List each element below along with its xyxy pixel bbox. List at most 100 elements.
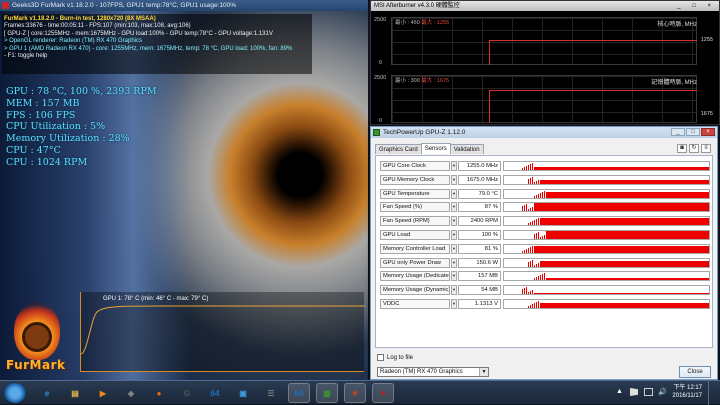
minimize-button[interactable]: _ [671, 128, 685, 136]
media-player-icon[interactable]: ▶ [92, 383, 114, 403]
sensor-spike [538, 262, 539, 267]
tab-validation[interactable]: Validation [449, 144, 484, 154]
camera-icon[interactable]: ◙ [677, 144, 687, 153]
sensor-name: GPU Load [380, 230, 450, 240]
gpuz-icon[interactable]: ▩ [316, 383, 338, 403]
menu-icon[interactable]: ≡ [701, 144, 711, 153]
tab-sensors[interactable]: Sensors [420, 143, 451, 154]
sensor-row: Memory Usage (Dedicated) ▼ 157 MB [380, 271, 710, 282]
log-to-file-checkbox[interactable] [377, 354, 384, 361]
aida64b-icon[interactable]: 64 [288, 383, 310, 403]
mobile-icon-glyph: ☰ [267, 388, 275, 398]
sensor-dropdown-icon[interactable]: ▼ [451, 257, 457, 268]
firefox-icon-glyph: ● [156, 388, 162, 398]
ie-icon[interactable]: e [36, 383, 58, 403]
furmark-window[interactable]: Geeks3D FurMark v1.18.2.0 - 107FPS, GPU1… [0, 0, 368, 380]
cpuz-icon[interactable]: ◈ [120, 383, 142, 403]
refresh-icon[interactable]: ↻ [689, 144, 699, 153]
stat-line: CPU : 1024 RPM [6, 156, 88, 168]
log-to-file-label: Log to file [387, 354, 414, 361]
furmark-icon[interactable]: ☀ [344, 383, 366, 403]
sensor-dropdown-icon[interactable]: ▼ [451, 243, 457, 254]
log-to-file-option[interactable]: Log to file [377, 354, 413, 361]
sensor-graph [503, 285, 710, 296]
msi-icon[interactable]: ✦ [372, 383, 394, 403]
chevron-down-icon[interactable]: ▼ [479, 368, 488, 376]
sensor-spike [544, 273, 545, 281]
sensor-dropdown-icon[interactable]: ▼ [451, 230, 457, 240]
afterburner-titlebar[interactable]: MSI Afterburner v4.3.0 硬體監控 _ □ × [371, 1, 719, 11]
sensor-fill [546, 191, 709, 198]
sensor-spike [522, 289, 523, 295]
sensor-spike [534, 195, 535, 198]
device-select[interactable]: Radeon (TM) RX 470 Graphics ▼ [377, 367, 489, 377]
sensor-graph [503, 216, 710, 227]
tab-graphics-card[interactable]: Graphics Card [375, 144, 422, 154]
logo-text: FurMark [6, 358, 66, 372]
close-button[interactable]: Close [679, 366, 711, 378]
sensor-spike [524, 205, 525, 212]
firefox-icon[interactable]: ● [148, 383, 170, 403]
sensor-spike [534, 303, 535, 308]
sensor-fill [540, 303, 709, 308]
sensor-row: Memory Controller Load ▼ 81 % [380, 243, 710, 255]
clock[interactable]: 下午 12:17 2016/11/17 [672, 385, 702, 400]
sensor-spike [534, 278, 535, 281]
sensor-spike [528, 306, 529, 308]
window-controls[interactable]: _ □ × [677, 1, 716, 11]
y-min-label: 0 [379, 118, 383, 124]
volume-icon[interactable]: 🔊 [658, 388, 667, 396]
afterburner-window[interactable]: MSI Afterburner v4.3.0 硬體監控 _ □ × 2500 0… [370, 0, 720, 125]
current-value: 1255 [700, 37, 713, 43]
gpu-shark-icon[interactable]: G [176, 383, 198, 403]
sensor-value: 54 MB [458, 285, 501, 296]
sensor-name: GPU Temperature [380, 188, 450, 199]
sensor-name: VDDC [380, 299, 450, 309]
sensor-dropdown-icon[interactable]: ▼ [451, 161, 457, 171]
sensor-value: 100 % [458, 230, 501, 240]
sensor-dropdown-icon[interactable]: ▼ [451, 271, 457, 282]
sensor-spike [538, 232, 539, 239]
sensor-dropdown-icon[interactable]: ▼ [451, 299, 457, 309]
sensor-name: Fan Speed (%) [380, 202, 450, 213]
sensor-spike [526, 248, 527, 253]
tool-icon[interactable]: ▣ [232, 383, 254, 403]
action-center-icon[interactable] [630, 388, 638, 396]
sensor-dropdown-icon[interactable]: ▼ [451, 285, 457, 296]
sensor-spike [524, 249, 525, 253]
sensor-dropdown-icon[interactable]: ▼ [451, 174, 457, 185]
mobile-icon[interactable]: ☰ [260, 383, 282, 403]
gpuz-window[interactable]: TechPowerUp GPU-Z 1.12.0 _ □ × Graphics … [370, 126, 718, 380]
sensor-graph [503, 257, 710, 268]
sensor-value: 87 % [458, 202, 501, 213]
panel-name: 記憶體時脈, MHz [651, 80, 697, 86]
taskbar: ▲ 🔊 下午 12:17 2016/11/17 e ▤ ▶ ◈ ● G 64 ▣ ☰ 64 ▩ ☀ ✦ [0, 380, 720, 405]
sensor-fill [534, 293, 709, 295]
sensor-name: Memory Usage (Dedicated) [380, 271, 450, 282]
sensor-dropdown-icon[interactable]: ▼ [451, 202, 457, 213]
sensor-spike [540, 237, 541, 239]
sensor-spike [540, 192, 541, 198]
gpuz-titlebar[interactable]: TechPowerUp GPU-Z 1.12.0 _ □ × [371, 127, 717, 138]
sensor-row: GPU Memory Clock ▼ 1675.0 MHz [380, 174, 710, 186]
sensor-spike [524, 288, 525, 295]
sensor-row: VDDC ▼ 1.1313 V [380, 299, 710, 310]
aida64-icon[interactable]: 64 [204, 383, 226, 403]
close-icon[interactable]: × [701, 128, 715, 136]
sensor-fill [540, 260, 709, 267]
sensor-dropdown-icon[interactable]: ▼ [451, 188, 457, 199]
stat-line: CPU Utilization : 5% [6, 121, 106, 133]
network-icon[interactable] [644, 388, 653, 396]
gpuz-tabs: Graphics Card Sensors Validation [375, 143, 484, 154]
start-button[interactable] [4, 383, 26, 403]
info-line: FurMark v1.18.2.0 - Burn-in test, 1280x7… [4, 16, 156, 22]
info-line: [ GPU-Z ] core:1255MHz - mem:1675MHz - G… [4, 30, 273, 37]
sensor-spike [530, 246, 531, 253]
tray-expand-icon[interactable]: ▲ [616, 388, 623, 395]
min-max-readout: 最小 : 300 最大 : 1675 [395, 76, 449, 84]
explorer-icon[interactable]: ▤ [64, 383, 86, 403]
show-desktop-button[interactable] [708, 381, 716, 405]
furmark-titlebar[interactable]: Geeks3D FurMark v1.18.2.0 - 107FPS, GPU1… [0, 0, 368, 11]
maximize-button[interactable]: □ [686, 128, 700, 136]
sensor-dropdown-icon[interactable]: ▼ [451, 216, 457, 227]
